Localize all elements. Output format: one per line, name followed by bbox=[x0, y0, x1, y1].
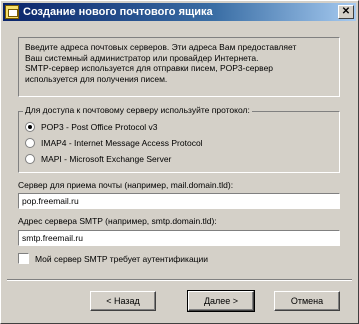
info-panel: Введите адреса почтовых серверов. Эти ад… bbox=[18, 37, 340, 97]
radio-imap4[interactable]: IMAP4 - Internet Message Access Protocol bbox=[25, 138, 203, 148]
smtp-auth-option[interactable]: Мой сервер SMTP требует аутентификации bbox=[18, 253, 208, 264]
radio-mapi-button[interactable] bbox=[25, 154, 35, 164]
radio-imap4-label: IMAP4 - Internet Message Access Protocol bbox=[41, 138, 203, 148]
radio-pop3-button[interactable] bbox=[25, 122, 35, 132]
mailbox-icon bbox=[5, 5, 19, 19]
protocol-group: Для доступа к почтовому серверу использу… bbox=[18, 105, 340, 173]
radio-mapi[interactable]: MAPI - Microsoft Exchange Server bbox=[25, 154, 171, 164]
smtp-auth-label: Мой сервер SMTP требует аутентификации bbox=[35, 253, 209, 264]
radio-pop3-label: POP3 - Post Office Protocol v3 bbox=[41, 122, 158, 132]
radio-imap4-button[interactable] bbox=[25, 138, 35, 148]
next-button[interactable]: Далее > bbox=[187, 290, 255, 312]
cancel-button[interactable]: Отмена bbox=[274, 291, 340, 311]
smtp-server-input[interactable]: smtp.freemail.ru bbox=[18, 230, 340, 246]
back-button[interactable]: < Назад bbox=[90, 291, 156, 311]
info-line: SMTP-сервер используется для отправки пи… bbox=[25, 63, 274, 73]
incoming-server-input[interactable]: pop.freemail.ru bbox=[18, 193, 340, 209]
window-title: Создание нового почтового ящика bbox=[23, 6, 213, 18]
title-bar[interactable]: Создание нового почтового ящика ✕ bbox=[3, 3, 356, 21]
separator bbox=[7, 279, 352, 281]
protocol-group-legend: Для доступа к почтовому серверу использу… bbox=[23, 105, 252, 115]
info-line: Введите адреса почтовых серверов. Эти ад… bbox=[25, 42, 297, 52]
info-line: используется для получения писем. bbox=[25, 73, 168, 84]
radio-mapi-label: MAPI - Microsoft Exchange Server bbox=[41, 154, 172, 164]
smtp-auth-checkbox[interactable] bbox=[18, 253, 29, 264]
incoming-server-label: Сервер для приема почты (например, mail.… bbox=[18, 180, 234, 190]
radio-pop3[interactable]: POP3 - Post Office Protocol v3 bbox=[25, 122, 158, 132]
smtp-server-label: Адрес сервера SMTP (например, smtp.domai… bbox=[18, 216, 217, 226]
info-line: Ваш системный администратор или провайде… bbox=[25, 52, 259, 63]
close-button[interactable]: ✕ bbox=[338, 5, 354, 19]
dialog-window: Создание нового почтового ящика ✕ Введит… bbox=[0, 0, 359, 324]
